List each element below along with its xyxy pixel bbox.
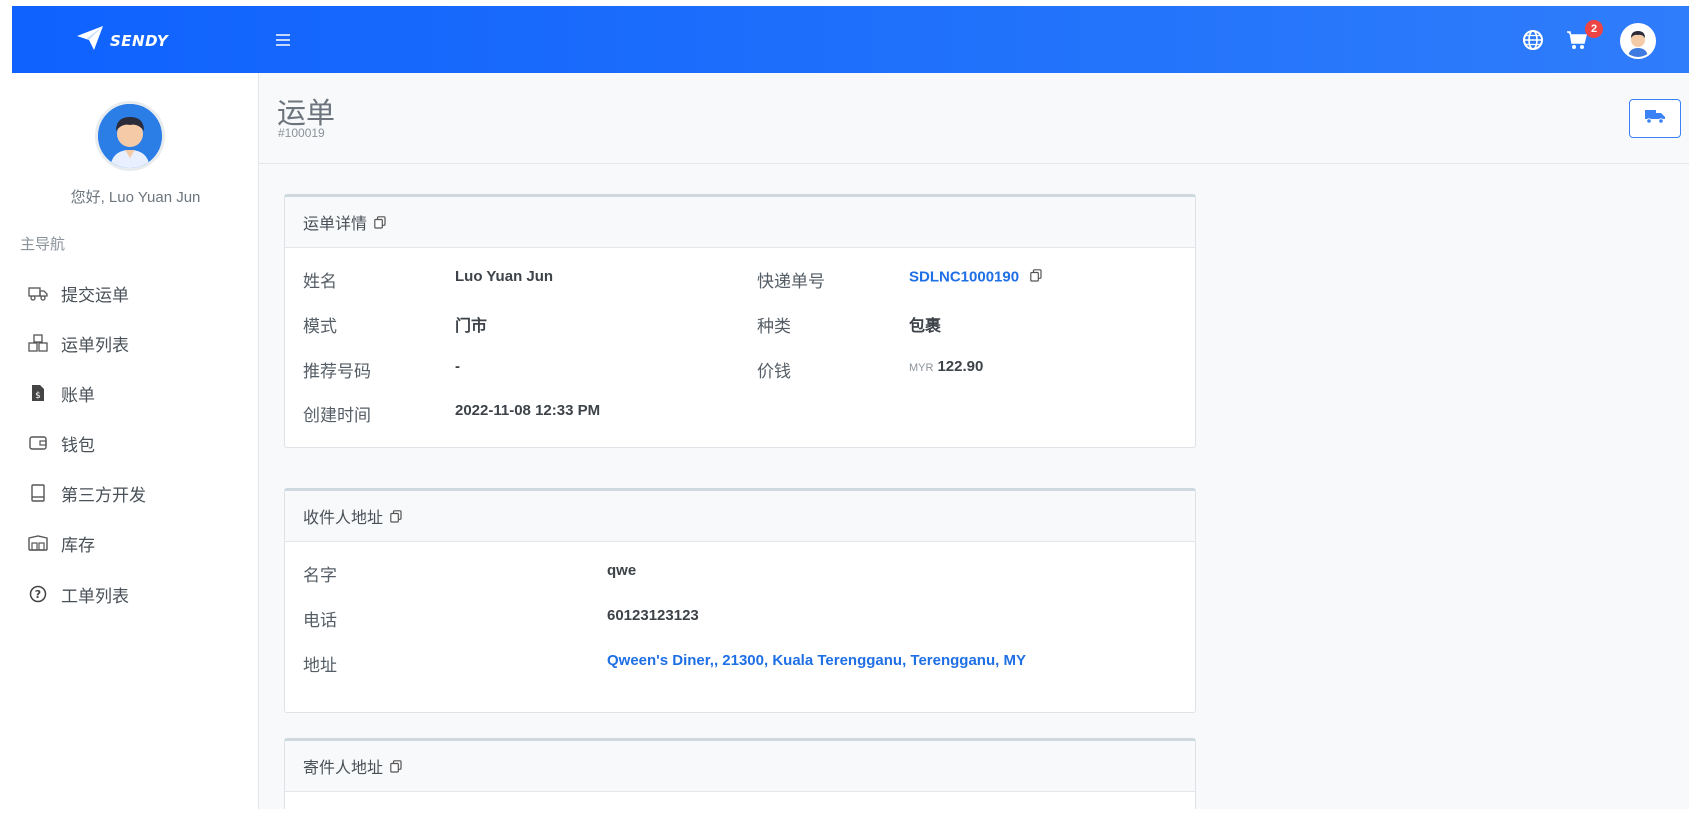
type-label: 种类	[757, 317, 791, 336]
sidebar-item-order-list[interactable]: 运单列表	[28, 328, 243, 358]
order-id: #100019	[278, 126, 325, 140]
tracking-label: 快递单号	[757, 272, 825, 291]
copy-icon[interactable]	[389, 759, 403, 773]
page-header: 运单 #100019	[259, 73, 1689, 164]
sidebar-item-bills[interactable]: $ 账单	[28, 378, 243, 408]
greeting-text: 您好, Luo Yuan Jun	[70, 189, 201, 206]
boxes-icon	[28, 333, 48, 353]
recipient-name-label: 名字	[303, 566, 337, 585]
card-header: 寄件人地址	[285, 741, 1195, 792]
name-label: 姓名	[303, 272, 337, 291]
profile-avatar[interactable]	[95, 101, 165, 171]
truck-icon	[28, 283, 48, 303]
sidebar-item-label: 钱包	[61, 435, 95, 455]
price-label: 价钱	[757, 362, 791, 381]
price-value-group: MYR 122.90	[909, 358, 983, 375]
recipient-phone-value: 60123123123	[607, 607, 699, 624]
referral-label: 推荐号码	[303, 362, 371, 381]
recipient-name-value: qwe	[607, 562, 637, 579]
svg-text:$: $	[35, 391, 41, 401]
mode-label: 模式	[303, 317, 337, 336]
globe-icon[interactable]	[1521, 28, 1545, 52]
warehouse-icon	[28, 533, 48, 553]
sidebar-item-label: 运单列表	[61, 335, 129, 355]
nav-section-title: 主导航	[20, 236, 66, 253]
card-title: 收件人地址	[303, 510, 384, 527]
sidebar-item-inventory[interactable]: 库存	[28, 528, 243, 558]
user-avatar[interactable]	[1620, 23, 1656, 59]
sidebar-item-label: 工单列表	[61, 586, 129, 606]
mode-value: 门市	[455, 318, 488, 335]
sidebar-item-wallet[interactable]: 钱包	[28, 428, 243, 458]
card-header: 收件人地址	[285, 491, 1195, 542]
brand-name: SENDY	[110, 31, 169, 50]
sidebar-item-label: 账单	[61, 385, 95, 405]
invoice-icon: $	[28, 383, 48, 403]
copy-icon[interactable]	[1029, 268, 1043, 282]
top-navbar: SENDY 2	[12, 6, 1689, 73]
menu-toggle-icon[interactable]	[276, 34, 290, 46]
sender-address-card: 寄件人地址	[284, 738, 1196, 809]
tracking-number-link[interactable]: SDLNC1000190	[909, 269, 1019, 286]
recipient-address-label: 地址	[303, 656, 337, 675]
copy-icon[interactable]	[373, 215, 387, 229]
sidebar: 您好, Luo Yuan Jun 主导航 提交运单 运单列表 $ 账单 钱包 第…	[12, 73, 259, 809]
sidebar-item-submit-order[interactable]: 提交运单	[28, 278, 243, 308]
recipient-phone-label: 电话	[303, 611, 337, 630]
sidebar-item-third-party[interactable]: 第三方开发	[28, 478, 243, 508]
price-value: 122.90	[937, 358, 984, 375]
price-currency: MYR	[909, 362, 934, 374]
recipient-address-link[interactable]: Qween's Diner,, 21300, Kuala Terengganu,…	[607, 652, 1026, 669]
name-value: Luo Yuan Jun	[455, 268, 554, 285]
copy-icon[interactable]	[389, 509, 403, 523]
referral-value: -	[455, 358, 460, 375]
sidebar-item-label: 第三方开发	[61, 485, 146, 505]
cart-count-badge: 2	[1585, 20, 1603, 38]
card-title: 运单详情	[303, 216, 368, 233]
created-label: 创建时间	[303, 406, 371, 425]
wallet-icon	[28, 433, 48, 453]
card-title: 寄件人地址	[303, 760, 384, 777]
paper-plane-icon	[76, 25, 104, 56]
order-details-card: 运单详情 姓名 Luo Yuan Jun 模式 门市 推荐号码 - 创建时间 2…	[284, 194, 1196, 448]
sidebar-item-tickets[interactable]: ? 工单列表	[28, 579, 243, 609]
shipping-button[interactable]	[1629, 99, 1681, 138]
created-value: 2022-11-08 12:33 PM	[455, 402, 601, 419]
svg-text:?: ?	[35, 588, 41, 601]
delivery-truck-icon	[1644, 108, 1666, 129]
brand-logo[interactable]: SENDY	[76, 25, 168, 56]
help-icon: ?	[28, 584, 48, 604]
sidebar-item-label: 提交运单	[61, 285, 129, 305]
card-header: 运单详情	[285, 197, 1195, 248]
type-value: 包裹	[909, 318, 942, 335]
book-icon	[28, 483, 48, 503]
sidebar-item-label: 库存	[61, 535, 95, 555]
recipient-address-card: 收件人地址 名字 qwe 电话 60123123123 地址 Qween's D…	[284, 488, 1196, 713]
app-window: SENDY 2 您好, Luo Yuan Jun 主导航 提交运单 运单列表 $	[12, 6, 1689, 809]
